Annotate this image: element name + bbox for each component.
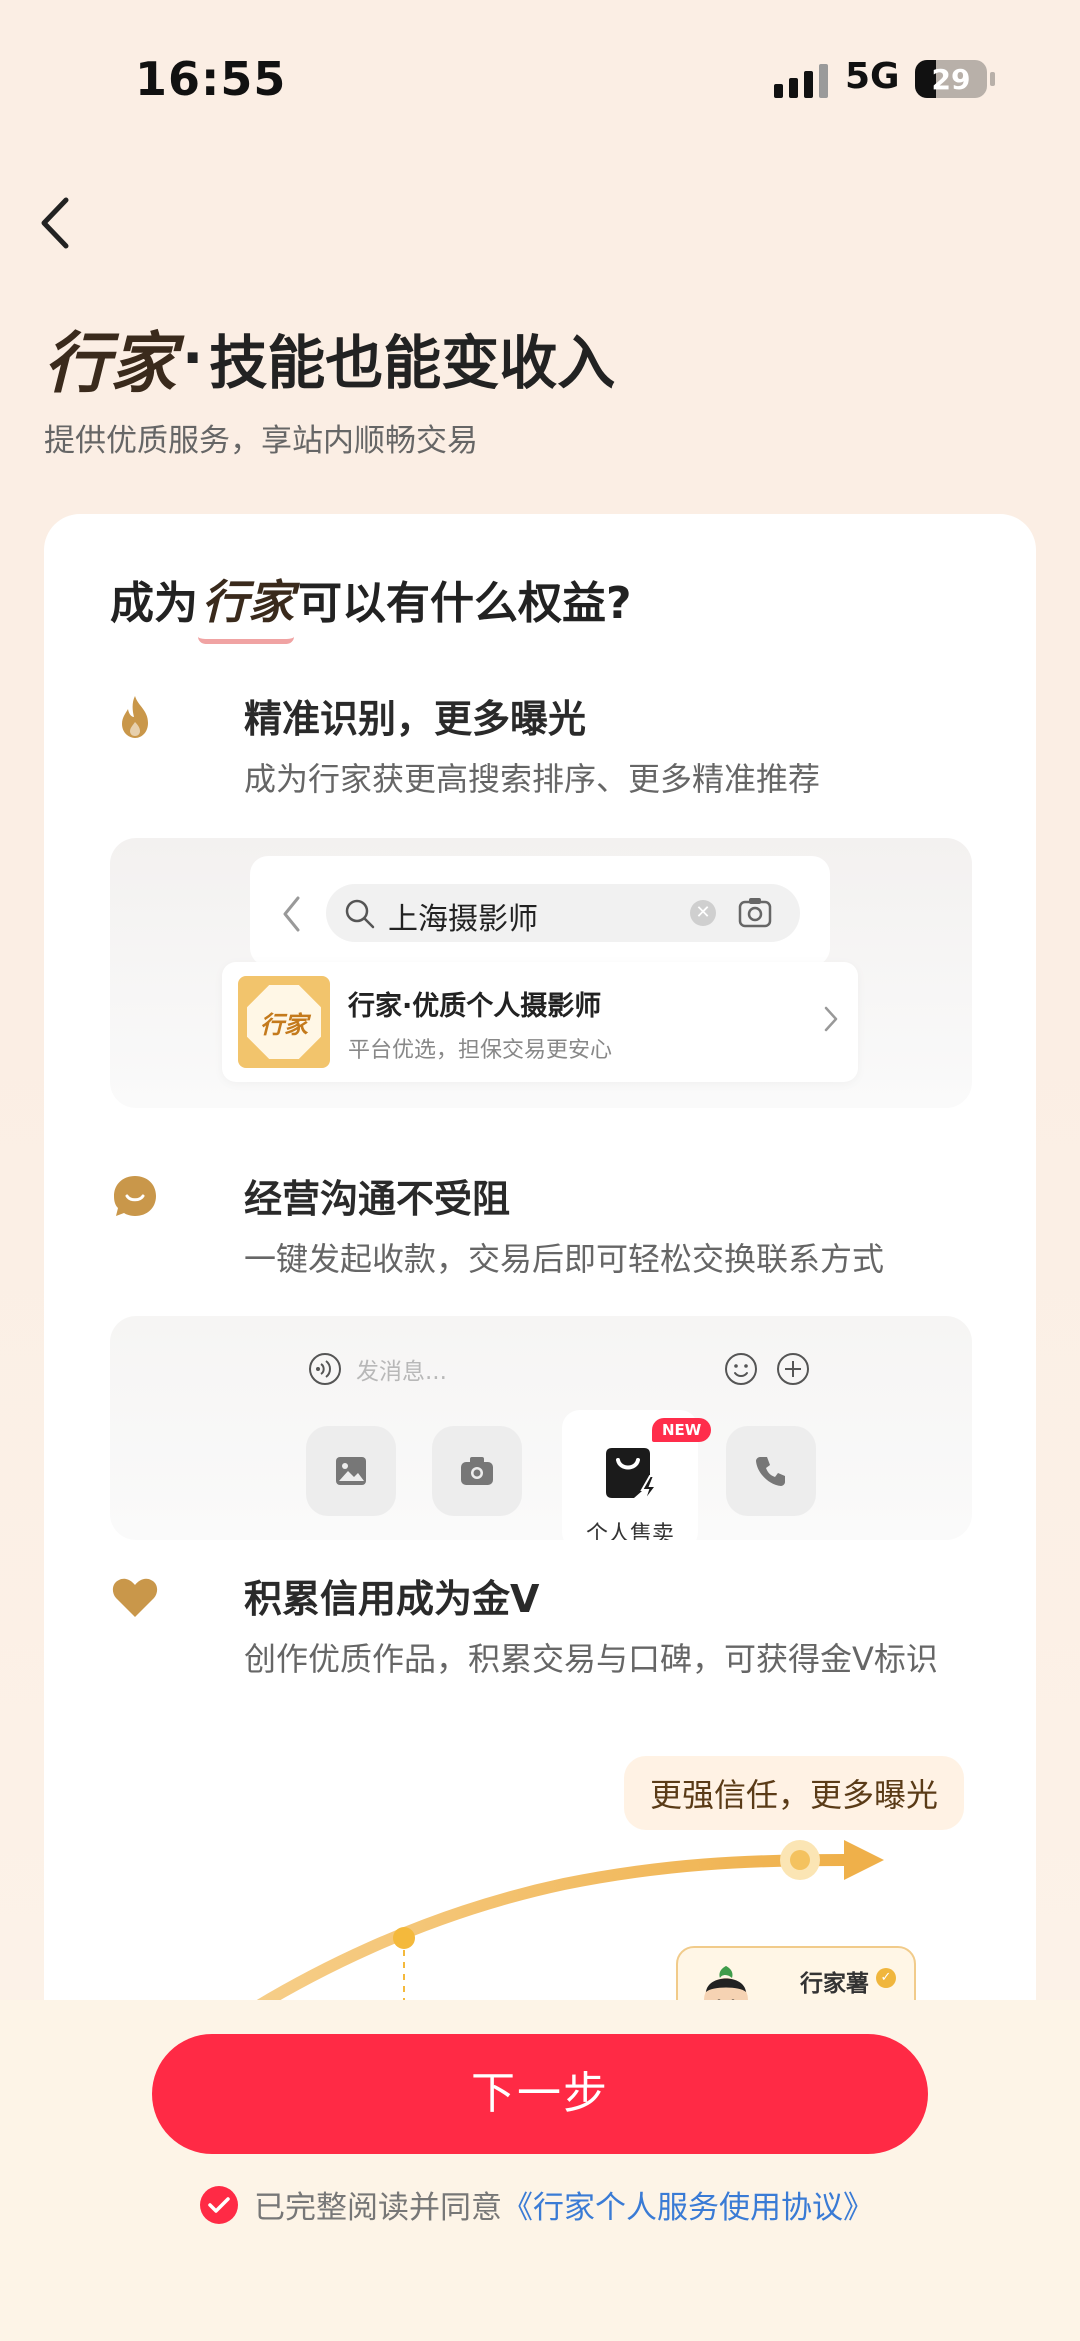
battery-percent: 29	[931, 63, 971, 96]
phone-tool	[726, 1426, 816, 1516]
benefit-title: 经营沟通不受阻	[244, 1177, 511, 1221]
result-logo-text: 行家	[247, 985, 321, 1059]
status-time: 16:55	[135, 52, 287, 106]
network-type: 5G	[845, 56, 900, 97]
camera-tool	[432, 1426, 522, 1516]
profile-name: 行家薯	[800, 1971, 869, 1997]
chevron-left-icon	[41, 197, 69, 249]
emoji-icon	[725, 1353, 757, 1385]
search-demo-illustration: 上海摄影师 ✕ 行家 行家·优质个人摄影师 平台优选，担保交易更安心	[110, 838, 972, 1108]
search-icon	[345, 899, 375, 929]
benefits-card: 成为 行家 可以有什么权益? 精准识别，更多曝光 成为行家获更高搜索排序、更多精…	[44, 514, 1036, 2014]
flame-icon	[122, 696, 148, 738]
check-icon	[208, 2196, 230, 2213]
page-subtitle: 提供优质服务，享站内顺畅交易	[44, 423, 478, 459]
benefit-title: 积累信用成为金V	[244, 1577, 540, 1621]
message-placeholder: 发消息...	[356, 1359, 447, 1385]
image-tool	[306, 1426, 396, 1516]
card-title-prefix: 成为	[110, 578, 198, 629]
search-query: 上海摄影师	[388, 902, 538, 937]
plus-icon	[777, 1353, 809, 1385]
card-title: 成为 行家 可以有什么权益?	[110, 566, 632, 644]
result-logo: 行家	[238, 976, 330, 1068]
battery-icon: 29	[915, 60, 987, 98]
back-button[interactable]	[30, 190, 90, 256]
personal-sale-tool: NEW 个人售卖	[562, 1410, 712, 1540]
result-title: 行家·优质个人摄影师	[348, 991, 602, 1022]
shopping-bag-icon	[606, 1448, 658, 1503]
signal-icon	[774, 62, 828, 98]
clear-icon: ✕	[690, 900, 716, 926]
title-separator: ·	[182, 325, 204, 391]
search-input-mock: 上海摄影师 ✕	[326, 884, 800, 942]
bottom-action-bar: 下一步 已完整阅读并同意 《行家个人服务使用协议》	[0, 2000, 1080, 2341]
phone-icon	[756, 1457, 785, 1486]
heart-icon	[112, 1578, 158, 1617]
agreement-link[interactable]: 《行家个人服务使用协议》	[502, 2182, 874, 2227]
benefit-description: 创作优质作品，积累交易与口碑，可获得金V标识	[244, 1640, 938, 1678]
chat-demo-illustration: 发消息... NEW 个人售卖	[110, 1316, 972, 1540]
result-subtitle: 平台优选，担保交易更安心	[348, 1038, 613, 1063]
verified-badge-icon: ✓	[876, 1968, 896, 1988]
chat-bubble-icon	[114, 1176, 156, 1216]
agreement-checkbox[interactable]	[200, 2185, 238, 2224]
card-title-suffix: 可以有什么权益?	[298, 578, 632, 629]
agreement-text: 已完整阅读并同意	[254, 2190, 502, 2226]
benefit-title: 精准识别，更多曝光	[244, 697, 587, 741]
benefit-description: 一键发起收款，交易后即可轻松交换联系方式	[244, 1240, 885, 1278]
camera-scan-icon	[738, 898, 772, 928]
benefit-description: 成为行家获更高搜索排序、更多精准推荐	[244, 760, 821, 798]
card-title-brand: 行家	[198, 566, 294, 644]
search-bar-mock: 上海摄影师 ✕	[250, 856, 830, 966]
voice-icon	[309, 1353, 341, 1385]
agreement-row: 已完整阅读并同意 《行家个人服务使用协议》	[200, 2182, 874, 2227]
brand-logo: 行家	[44, 324, 176, 402]
image-icon	[336, 1457, 366, 1485]
chevron-right-icon	[824, 1006, 838, 1032]
headline-text: 技能也能变收入	[209, 329, 616, 397]
personal-sale-label: 个人售卖	[585, 1522, 674, 1540]
page-title: 行家 · 技能也能变收入	[44, 310, 615, 406]
status-bar: 16:55 5G 29	[0, 0, 1080, 160]
next-button[interactable]: 下一步	[152, 2034, 928, 2154]
chevron-left-icon	[283, 896, 300, 932]
search-result-card: 行家 行家·优质个人摄影师 平台优选，担保交易更安心	[222, 962, 858, 1082]
new-badge: NEW	[652, 1418, 712, 1442]
camera-icon	[461, 1457, 493, 1485]
